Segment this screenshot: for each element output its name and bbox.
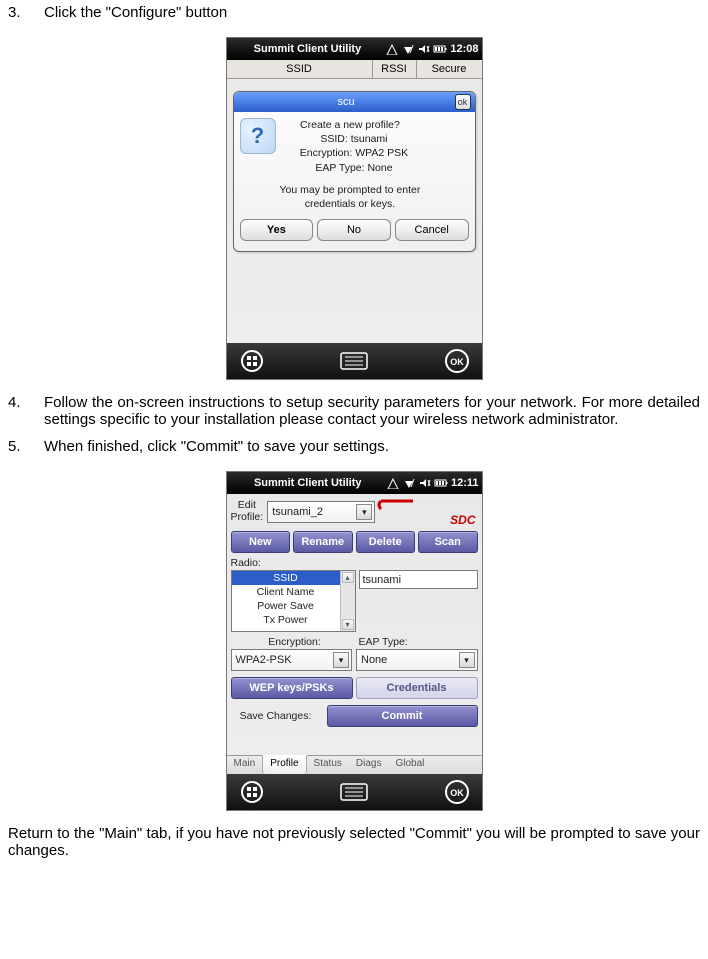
col-rssi[interactable]: RSSI	[373, 60, 417, 78]
commit-button[interactable]: Commit	[327, 705, 478, 727]
wep-keys-button[interactable]: WEP keys/PSKs	[231, 677, 353, 699]
tab-bar: Main Profile Status Diags Global	[227, 755, 482, 774]
svg-text:OK: OK	[450, 788, 464, 798]
sdc-logo: SDC	[375, 497, 477, 527]
msg-line: EAP Type: None	[280, 161, 421, 175]
ssid-field[interactable]: tsunami	[359, 570, 478, 589]
question-icon: ?	[240, 118, 276, 154]
save-changes-label: Save Changes:	[231, 710, 321, 722]
delete-button[interactable]: Delete	[356, 531, 416, 553]
encryption-label: Encryption:	[231, 636, 359, 648]
col-secure[interactable]: Secure	[417, 60, 482, 78]
signal-icon	[385, 43, 399, 55]
titlebar: Summit Client Utility 12:11	[227, 472, 482, 494]
credentials-button[interactable]: Credentials	[356, 677, 478, 699]
step-3: 3. Click the "Configure" button	[8, 4, 700, 21]
wifi-icon	[402, 477, 416, 489]
step-number: 3.	[8, 4, 44, 21]
create-profile-dialog: scu ok ? Create a new profile? SSID: tsu…	[233, 91, 476, 252]
list-item[interactable]: Client Name	[232, 585, 340, 599]
battery-icon	[434, 477, 448, 489]
footer-paragraph: Return to the "Main" tab, if you have no…	[8, 825, 700, 859]
eap-select[interactable]: None ▾	[356, 649, 478, 671]
list-item[interactable]: Tx Power	[232, 613, 340, 627]
volume-icon	[417, 43, 431, 55]
start-button[interactable]	[237, 348, 267, 374]
svg-text:OK: OK	[450, 357, 464, 367]
step-number: 4.	[8, 394, 44, 428]
yes-button[interactable]: Yes	[240, 219, 314, 241]
footer-bar: OK	[227, 343, 482, 379]
clock: 12:08	[447, 43, 478, 55]
ok-button[interactable]: OK	[442, 348, 472, 374]
step-text: Follow the on-screen instructions to set…	[44, 394, 700, 428]
dialog-title: scu	[238, 96, 455, 108]
profile-select-value: tsunami_2	[272, 506, 323, 518]
col-ssid[interactable]: SSID	[227, 60, 373, 78]
msg-line: SSID: tsunami	[280, 132, 421, 146]
close-icon[interactable]: ok	[455, 94, 471, 110]
msg-line: You may be prompted to enter	[280, 183, 421, 197]
keyboard-button[interactable]	[339, 779, 369, 805]
eap-type-label: EAP Type:	[359, 636, 408, 648]
volume-icon	[418, 477, 432, 489]
step-text: When finished, click "Commit" to save yo…	[44, 438, 700, 455]
dialog-message: Create a new profile? SSID: tsunami Encr…	[280, 118, 421, 211]
radio-label: Radio:	[231, 557, 261, 569]
battery-icon	[433, 43, 447, 55]
list-item[interactable]: Power Save	[232, 599, 340, 613]
msg-line: Create a new profile?	[280, 118, 421, 132]
msg-line: Encryption: WPA2 PSK	[280, 146, 421, 160]
cancel-button[interactable]: Cancel	[395, 219, 469, 241]
chevron-down-icon: ▾	[333, 652, 349, 668]
rename-button[interactable]: Rename	[293, 531, 353, 553]
footer-bar: OK	[227, 774, 482, 810]
screenshot-profile-editor: Summit Client Utility 12:11 Edit Profile…	[226, 471, 483, 811]
clock: 12:11	[448, 477, 479, 489]
step-number: 5.	[8, 438, 44, 455]
titlebar: Summit Client Utility 12:08	[227, 38, 482, 60]
new-button[interactable]: New	[231, 531, 291, 553]
window-title: Summit Client Utility	[230, 477, 386, 489]
tab-status[interactable]: Status	[307, 756, 349, 774]
tab-main[interactable]: Main	[227, 756, 263, 774]
signal-icon	[386, 477, 400, 489]
column-headers: SSID RSSI Secure	[227, 60, 482, 79]
tab-global[interactable]: Global	[388, 756, 431, 774]
scroll-down-icon[interactable]: ▾	[342, 619, 354, 630]
ok-button[interactable]: OK	[442, 779, 472, 805]
tab-diags[interactable]: Diags	[349, 756, 389, 774]
scrollbar[interactable]: ▴▾	[340, 571, 355, 631]
scan-button[interactable]: Scan	[418, 531, 478, 553]
edit-profile-label: Edit Profile:	[231, 500, 264, 523]
no-button[interactable]: No	[317, 219, 391, 241]
radio-listbox[interactable]: SSID Client Name Power Save Tx Power ▴▾	[231, 570, 356, 632]
dialog-titlebar: scu ok	[234, 92, 475, 112]
encryption-select[interactable]: WPA2-PSK ▾	[231, 649, 353, 671]
msg-line: credentials or keys.	[280, 197, 421, 211]
window-title: Summit Client Utility	[230, 43, 386, 55]
list-item[interactable]: SSID	[232, 571, 340, 585]
keyboard-button[interactable]	[339, 348, 369, 374]
start-button[interactable]	[237, 779, 267, 805]
profile-select[interactable]: tsunami_2 ▾	[267, 501, 375, 523]
step-4: 4. Follow the on-screen instructions to …	[8, 394, 700, 428]
screenshot-create-profile: Summit Client Utility 12:08 SSID RSSI Se…	[226, 37, 483, 380]
step-5: 5. When finished, click "Commit" to save…	[8, 438, 700, 455]
status-icons	[386, 477, 448, 489]
tab-profile[interactable]: Profile	[262, 755, 306, 774]
status-icons	[385, 43, 447, 55]
chevron-down-icon: ▾	[459, 652, 475, 668]
wifi-icon	[401, 43, 415, 55]
step-text: Click the "Configure" button	[44, 4, 700, 21]
scroll-up-icon[interactable]: ▴	[342, 572, 354, 583]
chevron-down-icon: ▾	[356, 504, 372, 520]
